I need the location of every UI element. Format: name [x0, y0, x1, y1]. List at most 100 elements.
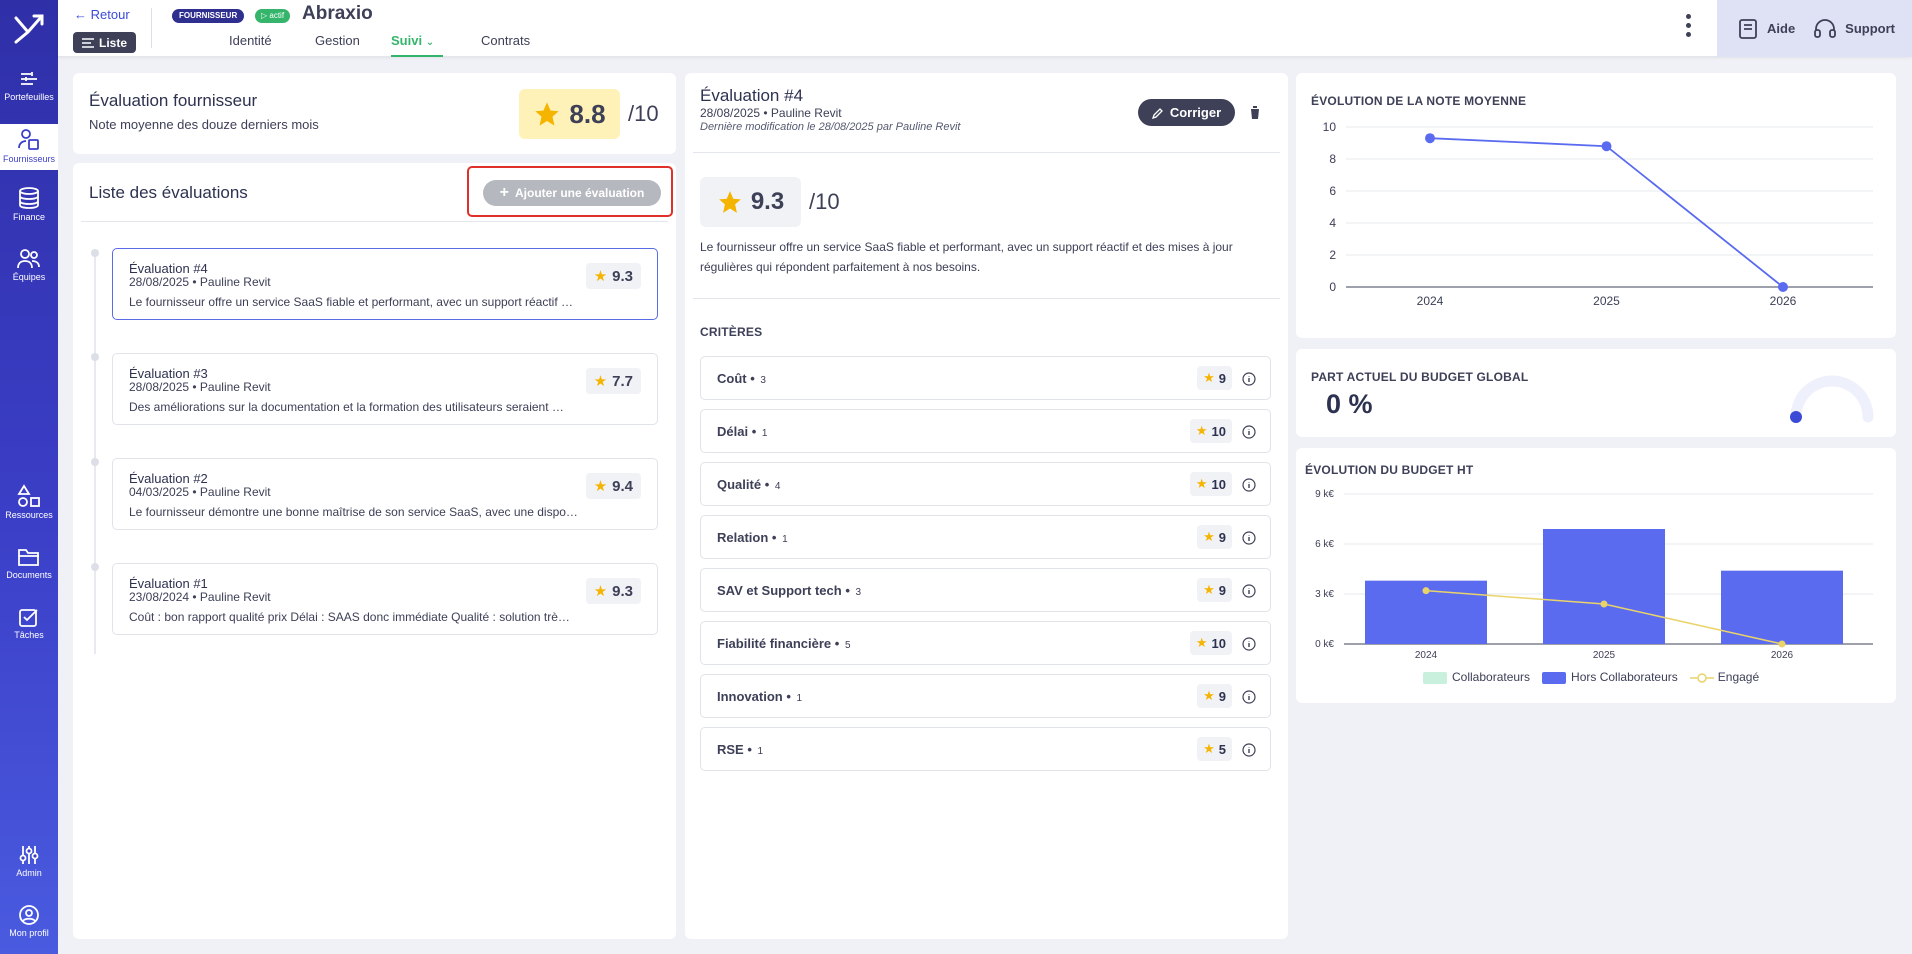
- team-icon: [17, 249, 40, 269]
- criterion-row[interactable]: Coût • 3 ★ 9: [700, 356, 1271, 400]
- support-button[interactable]: Support: [1813, 18, 1895, 40]
- app-logo-icon[interactable]: [12, 12, 46, 46]
- list-icon: [81, 37, 94, 48]
- detail-meta: 28/08/2025 • Pauline Revit: [700, 106, 842, 120]
- star-icon: ★: [1203, 741, 1215, 756]
- tab-contrats[interactable]: Contrats: [481, 33, 530, 57]
- help-button[interactable]: Aide: [1737, 18, 1795, 40]
- evaluation-item[interactable]: Évaluation #1 23/08/2024 • Pauline Revit…: [112, 563, 658, 635]
- criterion-row[interactable]: Innovation • 1 ★ 9: [700, 674, 1271, 718]
- summary-card: Évaluation fournisseur Note moyenne des …: [73, 73, 676, 154]
- folder-icon: [18, 549, 39, 566]
- criterion-row[interactable]: Fiabilité financière • 5 ★ 10: [700, 621, 1271, 665]
- y-tick-label: 9 k€: [1315, 489, 1334, 500]
- budget-chart-legend: Collaborateurs Hors Collaborateurs Engag…: [1423, 670, 1759, 684]
- info-icon[interactable]: [1242, 478, 1256, 492]
- nav-documents[interactable]: Documents: [0, 546, 58, 586]
- y-tick-label: 10: [1323, 120, 1337, 134]
- star-icon: ★: [593, 583, 608, 600]
- nav-ressources[interactable]: Ressources: [0, 484, 58, 524]
- supplier-icon: [18, 129, 39, 150]
- pencil-icon: [1151, 107, 1163, 119]
- nav-equipes[interactable]: Équipes: [0, 248, 58, 288]
- evaluation-item[interactable]: Évaluation #4 28/08/2025 • Pauline Revit…: [112, 248, 658, 320]
- tab-gestion[interactable]: Gestion: [315, 33, 360, 57]
- rating-data-point: [1778, 282, 1788, 292]
- trash-icon[interactable]: [1249, 105, 1261, 120]
- y-tick-label: 0: [1329, 280, 1336, 294]
- type-badge: FOURNISSEUR: [172, 9, 245, 23]
- help-area: Aide Support: [1717, 0, 1912, 57]
- tab-suivi[interactable]: Suivi ⌄: [391, 33, 443, 57]
- headset-icon: [1814, 18, 1837, 38]
- detail-score: 9.3 /10: [700, 177, 840, 227]
- criterion-score: ★ 9: [1197, 525, 1232, 549]
- legend-item[interactable]: Engagé: [1689, 670, 1759, 684]
- info-icon[interactable]: [1242, 743, 1256, 757]
- liste-button[interactable]: Liste: [73, 32, 136, 53]
- criterion-row[interactable]: RSE • 1 ★ 5: [700, 727, 1271, 771]
- x-tick-label: 2025: [1593, 294, 1620, 308]
- nav-admin[interactable]: Admin: [0, 844, 58, 884]
- nav-fournisseurs[interactable]: Fournisseurs: [0, 124, 58, 170]
- timeline-dot: [91, 249, 99, 257]
- info-icon[interactable]: [1242, 637, 1256, 651]
- detail-divider: [693, 152, 1280, 153]
- edit-button[interactable]: Corriger: [1138, 99, 1235, 126]
- star-icon: ★: [1195, 476, 1208, 491]
- engage-data-point: [1600, 600, 1608, 608]
- legend-item[interactable]: Hors Collaborateurs: [1542, 670, 1678, 684]
- criterion-row[interactable]: Délai • 1 ★ 10: [700, 409, 1271, 453]
- settings-sliders-icon: [19, 846, 39, 864]
- summary-score: 8.8 /10: [519, 89, 659, 139]
- y-tick-label: 0 k€: [1315, 639, 1334, 650]
- side-navigation: Portefeuilles Fournisseurs Finance Équip…: [0, 0, 58, 954]
- info-icon[interactable]: [1242, 425, 1256, 439]
- back-link[interactable]: ← Retour: [74, 7, 130, 22]
- info-icon[interactable]: [1242, 584, 1256, 598]
- y-tick-label: 6: [1329, 184, 1336, 198]
- star-icon: [718, 191, 741, 213]
- budget-bar: [1543, 529, 1665, 644]
- timeline-dot: [91, 458, 99, 466]
- criterion-row[interactable]: SAV et Support tech • 3 ★ 9: [700, 568, 1271, 612]
- criterion-score: ★ 9: [1197, 578, 1232, 602]
- y-tick-label: 3 k€: [1315, 589, 1334, 600]
- criterion-score: ★ 10: [1189, 631, 1232, 655]
- info-icon[interactable]: [1242, 690, 1256, 704]
- legend-item[interactable]: Collaborateurs: [1423, 670, 1530, 684]
- rating-evolution-card: ÉVOLUTION DE LA NOTE MOYENNE 0 2 4 6 8 10 2024…: [1296, 73, 1896, 338]
- star-icon: ★: [593, 478, 608, 495]
- criterion-score: ★ 5: [1197, 737, 1232, 761]
- info-icon[interactable]: [1242, 372, 1256, 386]
- engage-data-point: [1422, 587, 1430, 595]
- budget-bar: [1721, 570, 1843, 644]
- rating-series-line: [1429, 137, 1784, 288]
- nav-finance[interactable]: Finance: [0, 186, 58, 230]
- budget-share-gauge: [1790, 375, 1874, 423]
- nav-taches[interactable]: Tâches: [0, 606, 58, 646]
- x-tick-label: 2024: [1415, 650, 1438, 661]
- star-icon: ★: [593, 373, 608, 390]
- nav-portefeuilles[interactable]: Portefeuilles: [0, 68, 58, 108]
- criterion-row[interactable]: Qualité • 4 ★ 10: [700, 462, 1271, 506]
- evaluation-item[interactable]: Évaluation #2 04/03/2025 • Pauline Revit…: [112, 458, 658, 530]
- add-evaluation-button[interactable]: + Ajouter une évaluation: [483, 180, 661, 206]
- criterion-score: ★ 10: [1189, 419, 1232, 443]
- criteria-title: CRITÈRES: [700, 325, 763, 339]
- info-icon[interactable]: [1242, 531, 1256, 545]
- tab-identite[interactable]: Identité: [229, 33, 272, 57]
- evaluation-item[interactable]: Évaluation #3 28/08/2025 • Pauline Revit…: [112, 353, 658, 425]
- evaluation-detail-card: Évaluation #4 28/08/2025 • Pauline Revit…: [685, 73, 1288, 939]
- more-options-icon[interactable]: [1686, 14, 1692, 40]
- budget-evolution-card: ÉVOLUTION DU BUDGET HT 0 k€ 3 k€ 6 k€ 9 k€ 2…: [1296, 448, 1896, 703]
- timeline-line: [94, 254, 96, 654]
- evaluation-score: ★ 9.3: [585, 263, 641, 289]
- nav-mon-profil[interactable]: Mon profil: [0, 904, 58, 944]
- budget-bar-chart: 0 k€ 3 k€ 6 k€ 9 k€ 2024 2025 2026: [1315, 489, 1873, 661]
- timeline-dot: [91, 353, 99, 361]
- detail-divider: [693, 298, 1280, 299]
- criterion-row[interactable]: Relation • 1 ★ 9: [700, 515, 1271, 559]
- y-tick-label: 8: [1329, 152, 1336, 166]
- star-icon: ★: [1195, 635, 1208, 650]
